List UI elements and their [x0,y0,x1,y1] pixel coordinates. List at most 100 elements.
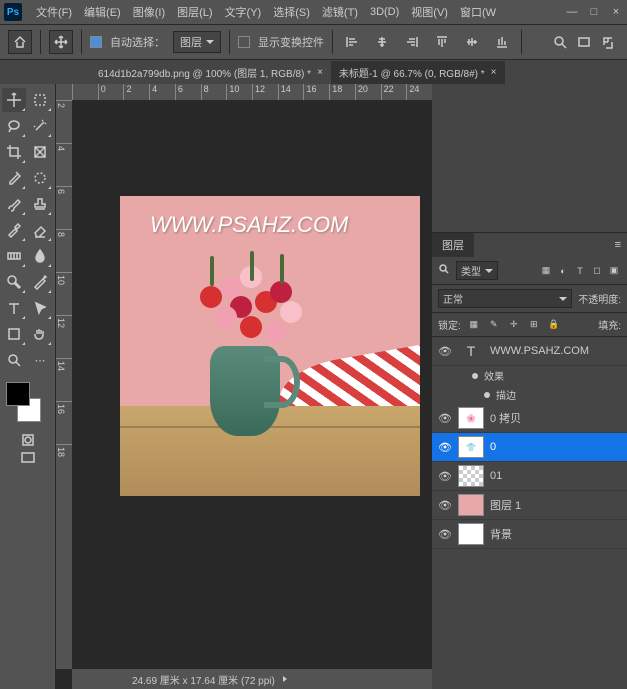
menu-edit[interactable]: 编辑(E) [78,4,127,20]
blur-tool[interactable] [28,244,52,268]
brush-tool[interactable] [2,192,26,216]
menu-text[interactable]: 文字(Y) [219,4,268,20]
menu-file[interactable]: 文件(F) [30,4,78,20]
blend-mode-dropdown[interactable]: 正常 [438,289,572,308]
menu-layer[interactable]: 图层(L) [171,4,218,20]
layer-0-copy[interactable]: 👁 🌸 0 拷贝 [432,404,627,433]
move-tool[interactable] [2,88,26,112]
document-tab-1[interactable]: 614d1b2a799db.png @ 100% (图层 1, RGB/8) *… [90,61,331,84]
layer-effects[interactable]: 效果 [432,366,627,385]
ruler-horizontal[interactable]: 024681012141618202224 [72,84,432,100]
lock-transparent-icon[interactable]: ▦ [467,318,481,332]
canvas-bouquet-object [170,246,320,366]
minimize-button[interactable]: — [565,5,579,19]
close-button[interactable]: × [609,5,623,19]
show-transform-checkbox[interactable] [238,36,250,48]
share-icon[interactable] [597,31,619,53]
menu-select[interactable]: 选择(S) [267,4,316,20]
canvas[interactable]: WWW.PSAHZ.COM [120,196,420,496]
gradient-tool[interactable] [2,244,26,268]
visibility-toggle[interactable]: 👁 [438,440,452,454]
align-left-icon[interactable] [341,31,363,53]
close-icon[interactable]: × [317,67,323,78]
layer-1[interactable]: 👁 图层 1 [432,491,627,520]
visibility-toggle[interactable]: 👁 [438,411,452,425]
visibility-toggle[interactable]: 👁 [438,344,452,358]
move-tool-icon[interactable] [49,30,73,54]
screen-mode-icon[interactable] [573,31,595,53]
ruler-vertical[interactable]: 24681012141618 [56,100,72,669]
layer-name[interactable]: 0 [490,441,496,453]
pen-tool[interactable] [28,270,52,294]
filter-shape-icon[interactable]: ◻ [590,264,604,278]
lock-all-icon[interactable]: 🔒 [547,318,561,332]
align-top-icon[interactable] [431,31,453,53]
lock-artboard-icon[interactable]: ⊞ [527,318,541,332]
align-center-h-icon[interactable] [371,31,393,53]
marquee-tool[interactable] [28,88,52,112]
panel-menu-icon[interactable]: ≡ [609,235,627,255]
layer-thumbnail: 👕 [458,436,484,458]
visibility-toggle[interactable]: 👁 [438,498,452,512]
shape-tool[interactable] [2,322,26,346]
layer-effect-stroke[interactable]: 描边 [432,385,627,404]
layer-0[interactable]: 👁 👕 0 [432,433,627,462]
menu-view[interactable]: 视图(V) [405,4,454,20]
document-tab-2[interactable]: 未标题-1 @ 66.7% (0, RGB/8#) * × [331,61,505,84]
layer-name[interactable]: 0 拷贝 [490,410,521,426]
layer-01[interactable]: 👁 01 [432,462,627,491]
align-right-icon[interactable] [401,31,423,53]
lock-pixels-icon[interactable]: ✎ [487,318,501,332]
dodge-tool[interactable] [2,270,26,294]
hand-tool[interactable] [28,322,52,346]
layer-background[interactable]: 👁 背景 [432,520,627,549]
menu-filter[interactable]: 滤镜(T) [316,4,364,20]
healing-tool[interactable] [28,166,52,190]
text-tool[interactable] [2,296,26,320]
path-select-tool[interactable] [28,296,52,320]
eyedropper-tool[interactable] [2,166,26,190]
filter-adjust-icon[interactable]: ◐ [556,264,570,278]
eraser-tool[interactable] [28,218,52,242]
layer-name[interactable]: WWW.PSAHZ.COM [490,345,589,357]
color-swatches[interactable] [6,382,49,422]
edit-toolbar[interactable]: ⋯ [28,348,52,372]
filter-pixel-icon[interactable]: ▦ [539,264,553,278]
visibility-toggle[interactable]: 👁 [438,469,452,483]
quick-mask[interactable] [2,432,53,448]
foreground-color[interactable] [6,382,30,406]
menu-3d[interactable]: 3D(D) [364,6,405,18]
filter-text-icon[interactable]: T [573,264,587,278]
layer-name[interactable]: 图层 1 [490,497,521,513]
search-icon[interactable] [438,263,450,278]
screen-mode-toggle[interactable] [2,450,53,466]
frame-tool[interactable] [28,140,52,164]
layer-name[interactable]: 01 [490,470,502,482]
chevron-right-icon[interactable] [283,676,287,682]
align-bottom-icon[interactable] [491,31,513,53]
align-center-v-icon[interactable] [461,31,483,53]
stamp-tool[interactable] [28,192,52,216]
history-brush-tool[interactable] [2,218,26,242]
lock-label: 锁定: [438,317,461,332]
menu-window[interactable]: 窗口(W [454,4,502,20]
menu-image[interactable]: 图像(I) [127,4,171,20]
layer-thumbnail [458,523,484,545]
crop-tool[interactable] [2,140,26,164]
close-icon[interactable]: × [491,67,497,78]
zoom-tool[interactable] [2,348,26,372]
filter-smart-icon[interactable]: ▣ [607,264,621,278]
home-icon[interactable] [8,30,32,54]
magic-wand-tool[interactable] [28,114,52,138]
visibility-toggle[interactable]: 👁 [438,527,452,541]
lock-position-icon[interactable]: ✛ [507,318,521,332]
maximize-button[interactable]: □ [587,5,601,19]
layer-text[interactable]: 👁 T WWW.PSAHZ.COM [432,337,627,366]
layer-name[interactable]: 背景 [490,526,512,542]
search-icon[interactable] [549,31,571,53]
auto-select-checkbox[interactable] [90,36,102,48]
layers-panel-tab[interactable]: 图层 [432,233,474,257]
auto-select-dropdown[interactable]: 图层 [173,31,221,53]
lasso-tool[interactable] [2,114,26,138]
layer-filter-dropdown[interactable]: 类型 [456,261,498,280]
